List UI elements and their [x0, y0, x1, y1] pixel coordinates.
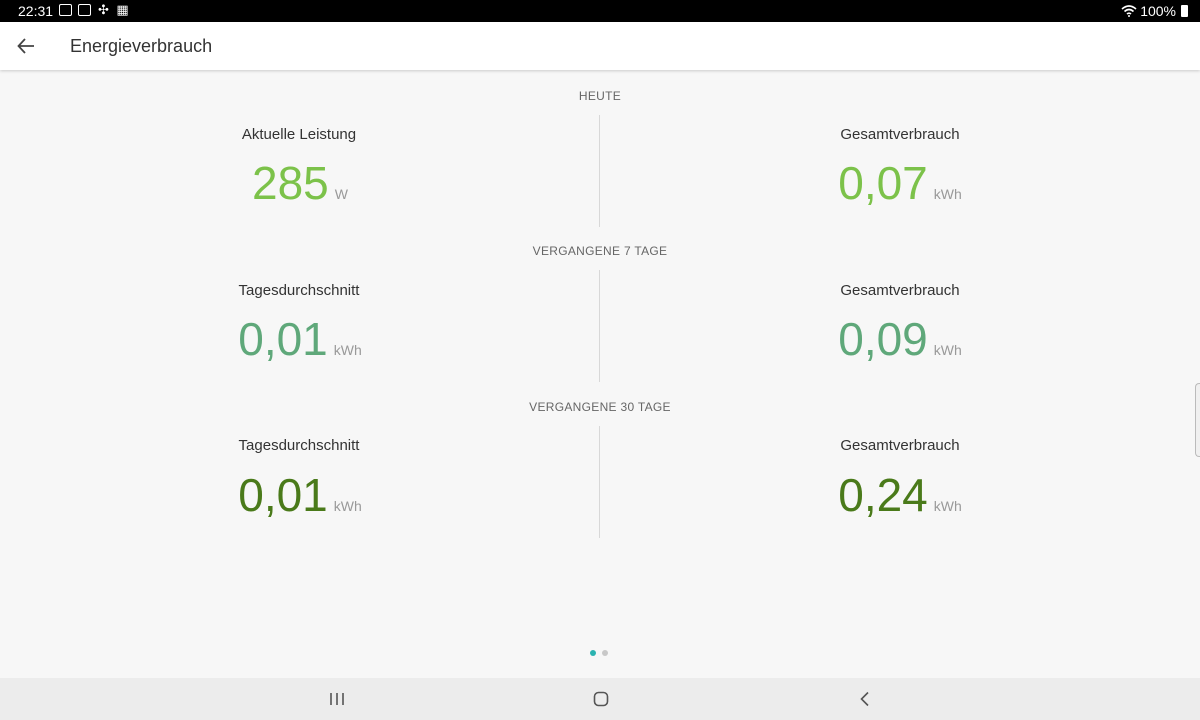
- metric-label: Gesamtverbrauch: [840, 126, 960, 143]
- metric-number: 0,09: [838, 313, 928, 365]
- page-indicator: [590, 650, 608, 656]
- badge-100-icon: [78, 4, 91, 16]
- status-time: 22:31: [18, 3, 54, 19]
- metric-value: 285 W: [180, 160, 420, 206]
- recent-apps-button[interactable]: [317, 686, 357, 712]
- divider: [599, 270, 600, 382]
- metric-value: 0,09 kWh: [780, 316, 1020, 362]
- metric-unit: kWh: [333, 498, 362, 514]
- page-title: Energieverbrauch: [70, 36, 213, 56]
- system-back-button[interactable]: [845, 686, 885, 712]
- battery-percent: 100%: [1140, 3, 1176, 19]
- navigation-bar: [0, 678, 1200, 720]
- metric-number: 0,24: [838, 469, 928, 521]
- metric-value: 0,24 kWh: [780, 472, 1020, 518]
- arrow-left-icon: [17, 38, 34, 54]
- edge-panel-handle[interactable]: [1195, 383, 1200, 457]
- metric-number: 0,01: [238, 313, 328, 365]
- metric-unit: W: [334, 186, 348, 202]
- divider: [599, 426, 600, 538]
- metric-number: 285: [252, 157, 329, 209]
- home-icon: [593, 691, 609, 707]
- page-dot[interactable]: [602, 650, 608, 656]
- metric-value: 0,01 kWh: [180, 316, 420, 362]
- metric-value: 0,01 kWh: [180, 472, 420, 518]
- divider: [599, 115, 600, 227]
- camera-icon: [59, 4, 72, 16]
- metric-number: 0,07: [838, 157, 928, 209]
- page-dot-active[interactable]: [590, 650, 596, 656]
- back-button[interactable]: [10, 30, 42, 62]
- metric-label: Tagesdurchschnitt: [238, 437, 360, 454]
- metric-label: Aktuelle Leistung: [241, 126, 357, 143]
- section-header-today: HEUTE: [578, 89, 622, 103]
- metric-label: Gesamtverbrauch: [840, 437, 960, 454]
- status-bar: 22:31 ✣ ▦ 100%: [0, 0, 1200, 22]
- metric-number: 0,01: [238, 469, 328, 521]
- battery-icon: [1181, 5, 1188, 17]
- metric-label: Tagesdurchschnitt: [238, 282, 360, 299]
- app-bar: Energieverbrauch: [0, 22, 1200, 70]
- section-header-30-days: VERGANGENE 30 TAGE: [529, 400, 671, 414]
- recent-apps-icon: [330, 693, 344, 705]
- metric-unit: kWh: [933, 186, 962, 202]
- usb-icon: ✣: [98, 2, 109, 17]
- metric-unit: kWh: [933, 342, 962, 358]
- home-button[interactable]: [581, 686, 621, 712]
- metric-unit: kWh: [933, 498, 962, 514]
- qr-icon: ▦: [116, 2, 129, 17]
- metric-label: Gesamtverbrauch: [840, 282, 960, 299]
- metric-unit: kWh: [333, 342, 362, 358]
- back-icon: [860, 691, 869, 707]
- metric-value: 0,07 kWh: [780, 160, 1020, 206]
- wifi-icon: [1121, 5, 1137, 17]
- section-header-7-days: VERGANGENE 7 TAGE: [532, 244, 668, 258]
